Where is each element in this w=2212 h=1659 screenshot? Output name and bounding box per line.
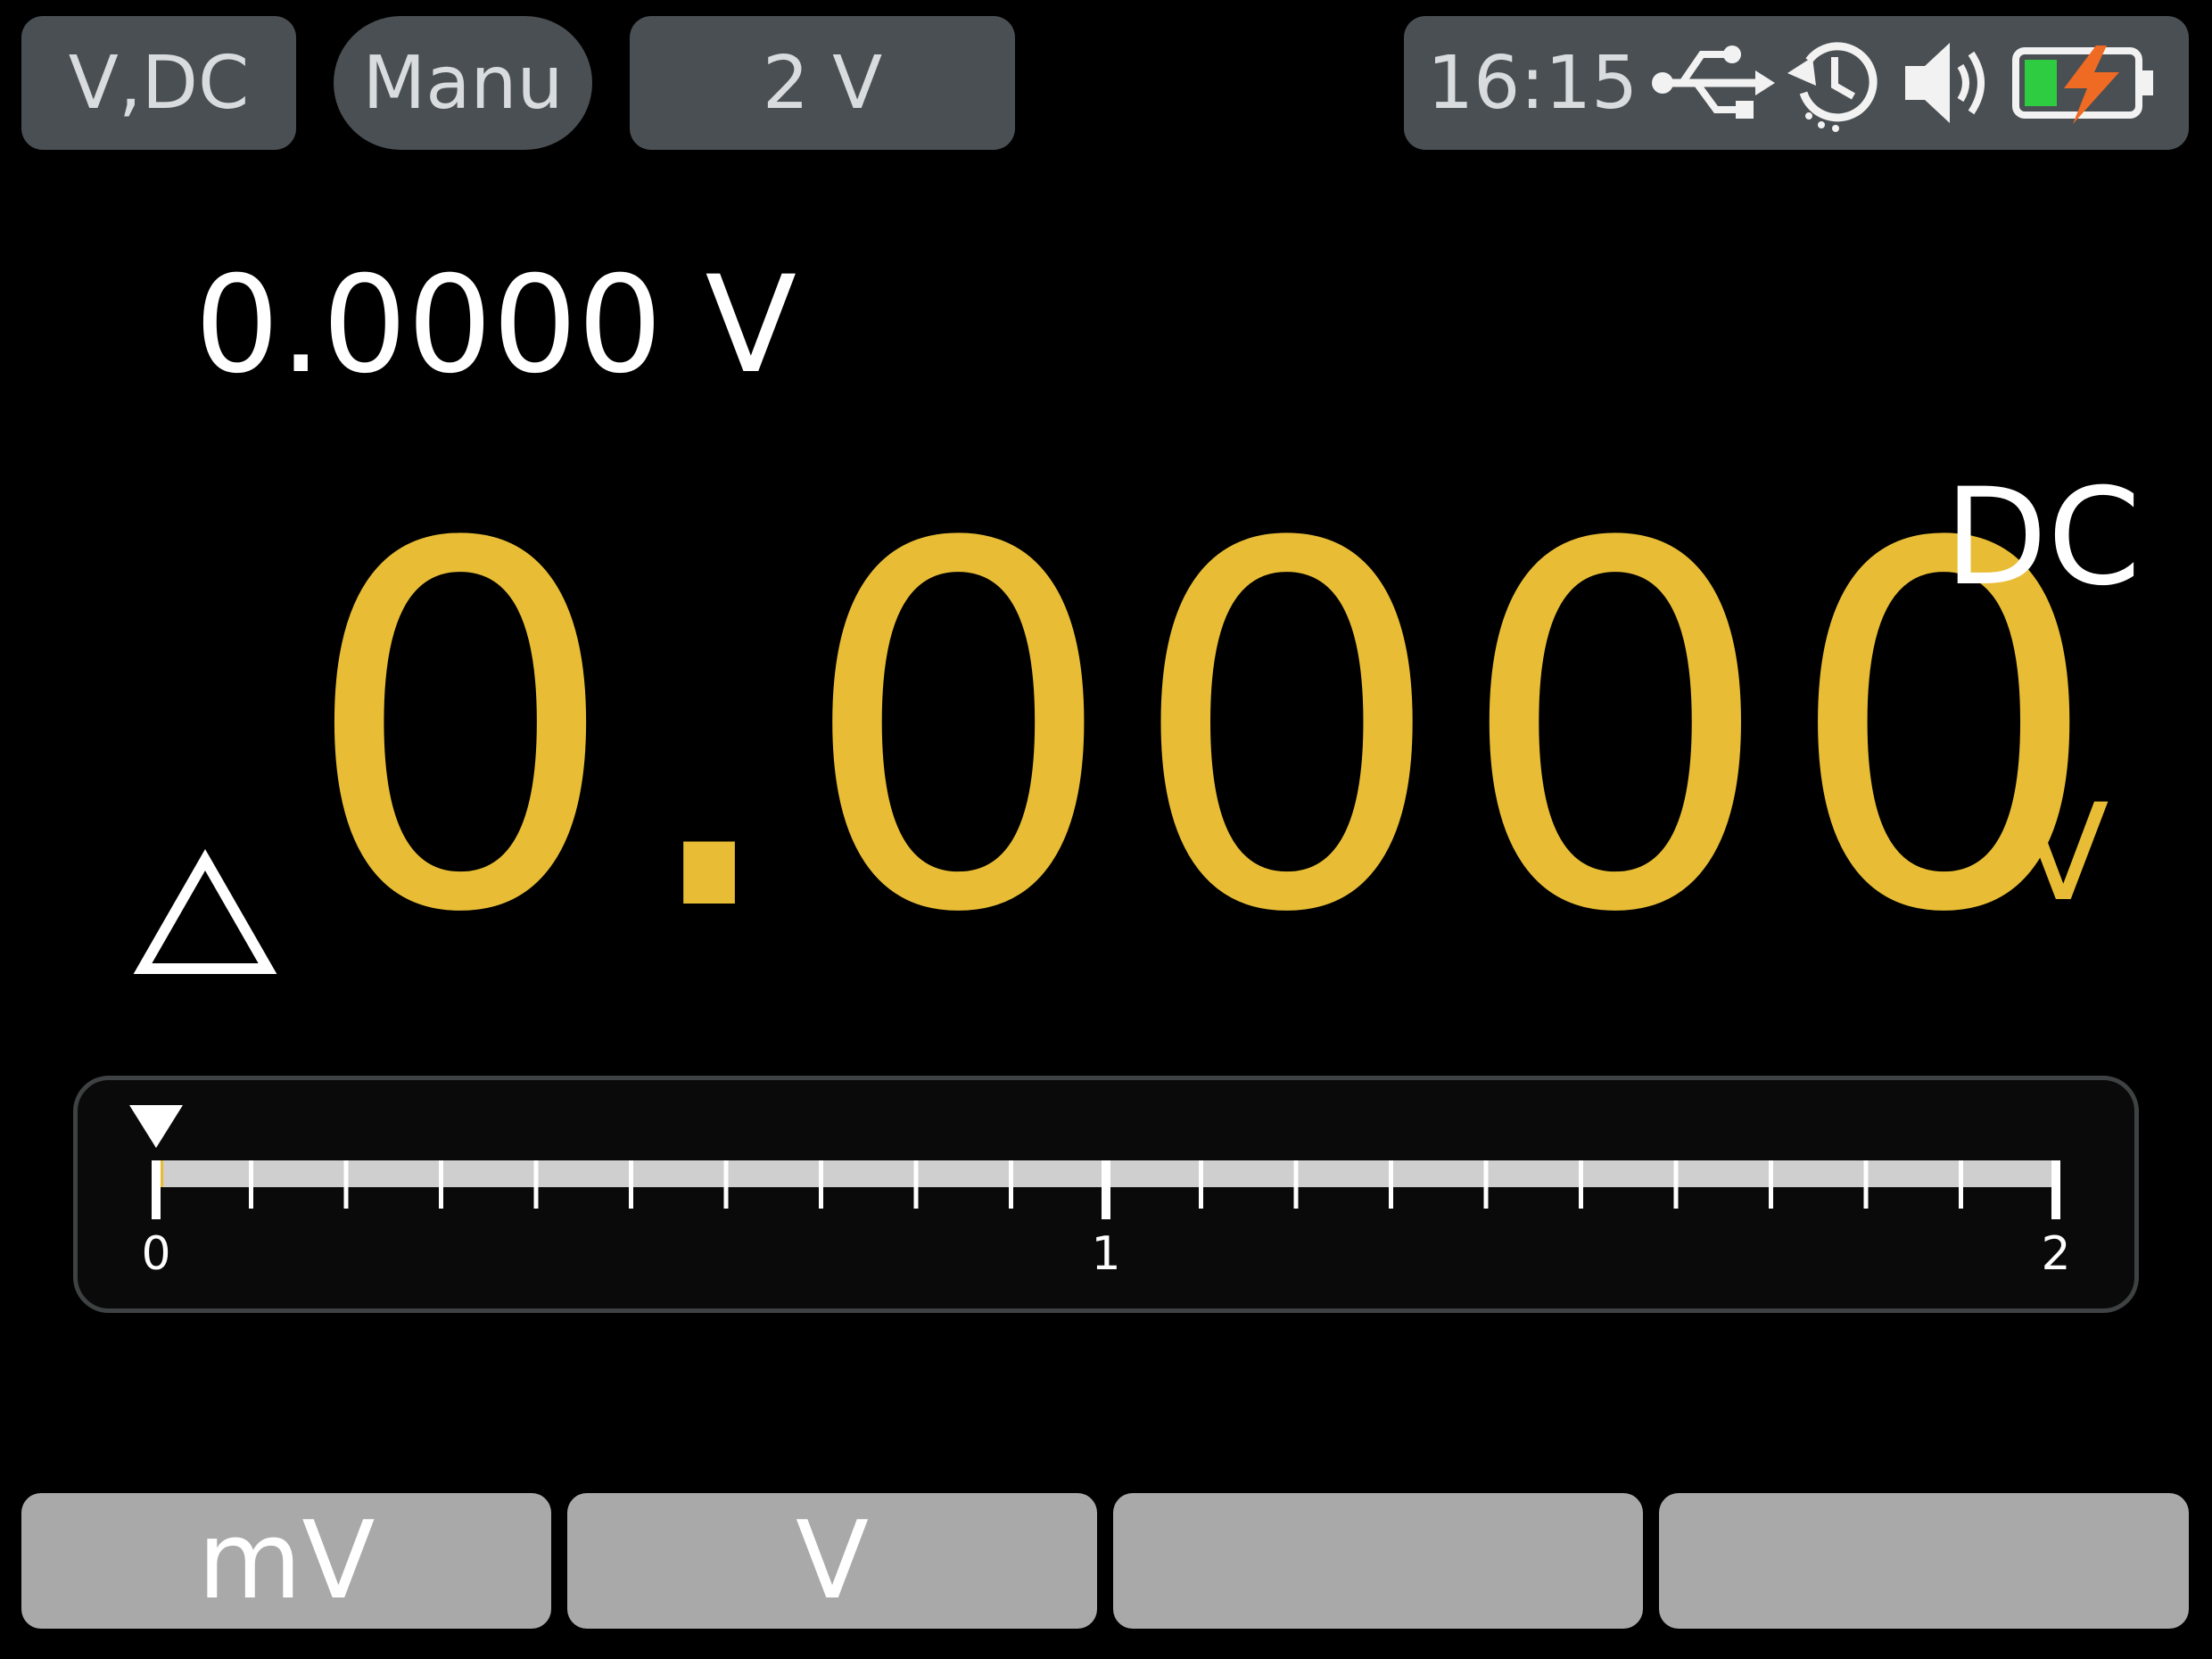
range-mode-label: Manu [362,40,564,126]
auto-power-off-timer-icon [1787,42,1878,132]
bargraph-pointer [129,1105,183,1148]
coupling-indicator: DC [1944,460,2142,615]
secondary-reading: 0.0000 V [194,248,797,403]
multimeter-screen: V,DC Manu 2 V 16:15 0.0000 V 0.0000 DC V… [0,0,2212,1659]
bargraph-tick-label: 1 [1091,1227,1120,1281]
softkey-4[interactable] [1659,1493,2189,1629]
main-reading: 0.0000 [301,441,2114,1022]
measurement-mode-chip[interactable]: V,DC [21,16,296,150]
analog-bargraph: 0 1 2 [73,1076,2139,1313]
range-label: 2 V [762,40,883,126]
bargraph-scale: 0 1 2 [129,1105,2071,1281]
bargraph-tick-label: 2 [2041,1227,2070,1281]
status-bar: 16:15 [1404,16,2189,150]
clock: 16:15 [1427,40,1638,126]
bargraph-tick-label: 0 [141,1227,170,1281]
speaker-icon [1905,43,1985,123]
softkey-3[interactable] [1113,1493,1643,1629]
range-chip[interactable]: 2 V [630,16,1015,150]
range-mode-chip[interactable]: Manu [334,16,592,150]
delta-icon [133,848,277,974]
softkey-v[interactable]: V [567,1493,1097,1629]
measurement-mode-label: V,DC [68,40,250,126]
softkey-mv[interactable]: mV [21,1493,551,1629]
main-unit: V [2018,776,2109,931]
softkey-2-label: V [795,1498,870,1623]
softkey-1-label: mV [197,1498,376,1623]
battery-charging-icon [2012,45,2154,124]
usb-icon [1652,45,1776,119]
